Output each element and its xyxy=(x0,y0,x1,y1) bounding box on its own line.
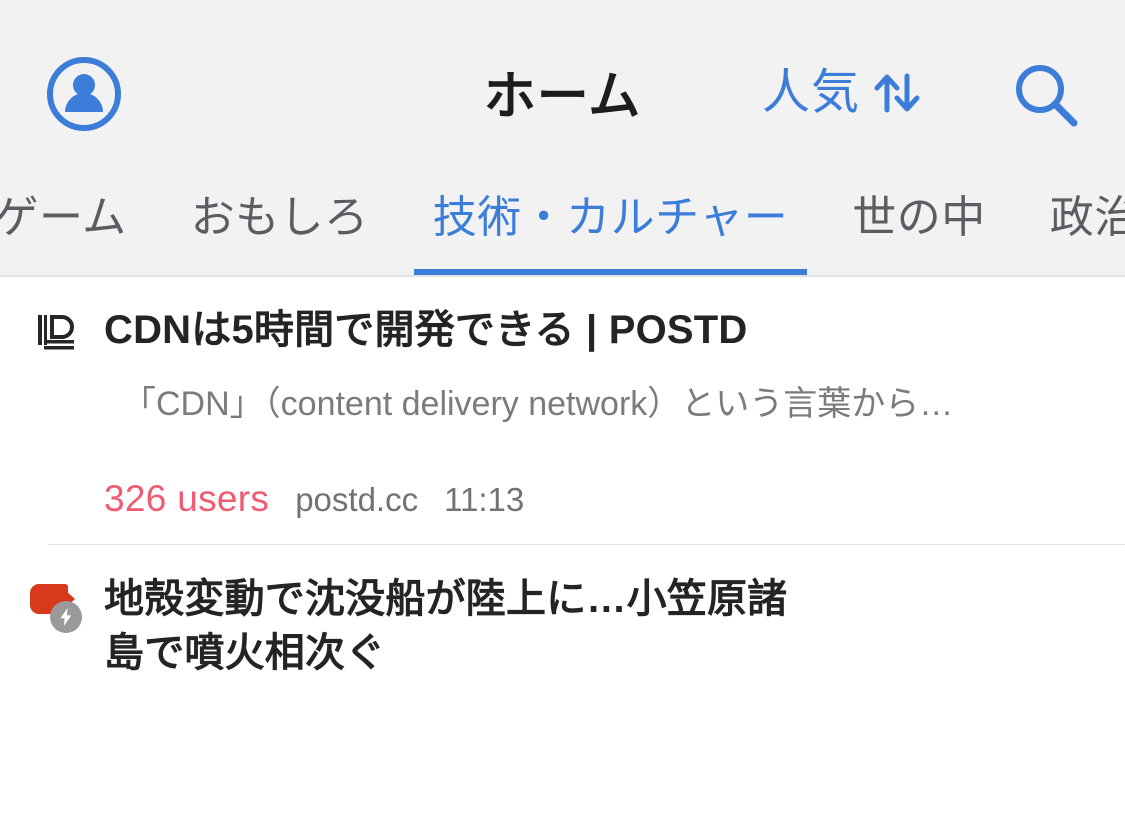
tab-politics-economy[interactable]: 政治と経済 xyxy=(1018,160,1125,275)
search-icon xyxy=(1008,65,1084,138)
feed-entry[interactable]: 地殻変動で沈没船が陸上に…小笠原諸島で噴火相次ぐ xyxy=(0,544,1125,680)
search-button[interactable] xyxy=(1008,58,1084,134)
entry-timestamp: 11:13 xyxy=(444,481,525,518)
entry-title[interactable]: 地殻変動で沈没船が陸上に…小笠原諸島で噴火相次ぐ xyxy=(104,572,794,680)
app-header: ホーム 人気 xyxy=(0,0,1125,160)
tab-tech-culture[interactable]: 技術・カルチャー xyxy=(401,160,821,275)
entry-content: CDNは5時間で開発できる | POSTD 「CDN」（content deli… xyxy=(82,303,1125,522)
feed-entry[interactable]: CDNは5時間で開発できる | POSTD 「CDN」（content deli… xyxy=(0,277,1125,522)
category-tabbar[interactable]: とゲーム おもしろ 技術・カルチャー 世の中 政治と経済 xyxy=(0,160,1125,277)
entry-favicon xyxy=(30,572,82,633)
tab-label: とゲーム xyxy=(0,193,127,242)
tab-anime-game[interactable]: とゲーム xyxy=(0,160,159,275)
tab-yononaka[interactable]: 世の中 xyxy=(820,160,1018,275)
tab-label: 政治と経済 xyxy=(1049,193,1125,242)
tab-label: おもしろ xyxy=(190,193,369,242)
entry-favicon xyxy=(30,303,82,353)
entry-divider xyxy=(48,544,1125,545)
tab-label: 世の中 xyxy=(852,193,986,242)
tab-omoshiro[interactable]: おもしろ xyxy=(159,160,401,275)
postd-favicon xyxy=(34,309,78,353)
tab-label: 技術・カルチャー xyxy=(432,193,789,242)
amp-lightning-icon xyxy=(50,601,82,633)
tabbar-scroll-container[interactable]: とゲーム おもしろ 技術・カルチャー 世の中 政治と経済 xyxy=(0,160,1125,275)
entry-domain[interactable]: postd.cc xyxy=(295,478,418,522)
entry-content: 地殻変動で沈没船が陸上に…小笠原諸島で噴火相次ぐ xyxy=(82,572,1125,680)
page-title: ホーム xyxy=(483,68,642,126)
entry-description: 「CDN」（content delivery network）という言葉から… xyxy=(122,385,954,423)
sort-popularity-button[interactable]: 人気 xyxy=(762,60,928,126)
entry-feed: CDNは5時間で開発できる | POSTD 「CDN」（content deli… xyxy=(0,277,1125,821)
entry-title[interactable]: CDNは5時間で開発できる | POSTD xyxy=(104,303,1125,357)
sort-label: 人気 xyxy=(762,66,861,119)
news-favicon xyxy=(30,578,82,633)
sort-arrows-icon xyxy=(866,62,928,124)
entry-meta: 326 users postd.cc 11:13 xyxy=(104,477,1125,522)
app-root: ホーム 人気 ーム おもしろ 技術・カルチャー 世の中 政 CDNは5時間で開発… xyxy=(0,0,1125,821)
bookmark-users-count[interactable]: 326 users xyxy=(104,477,269,521)
